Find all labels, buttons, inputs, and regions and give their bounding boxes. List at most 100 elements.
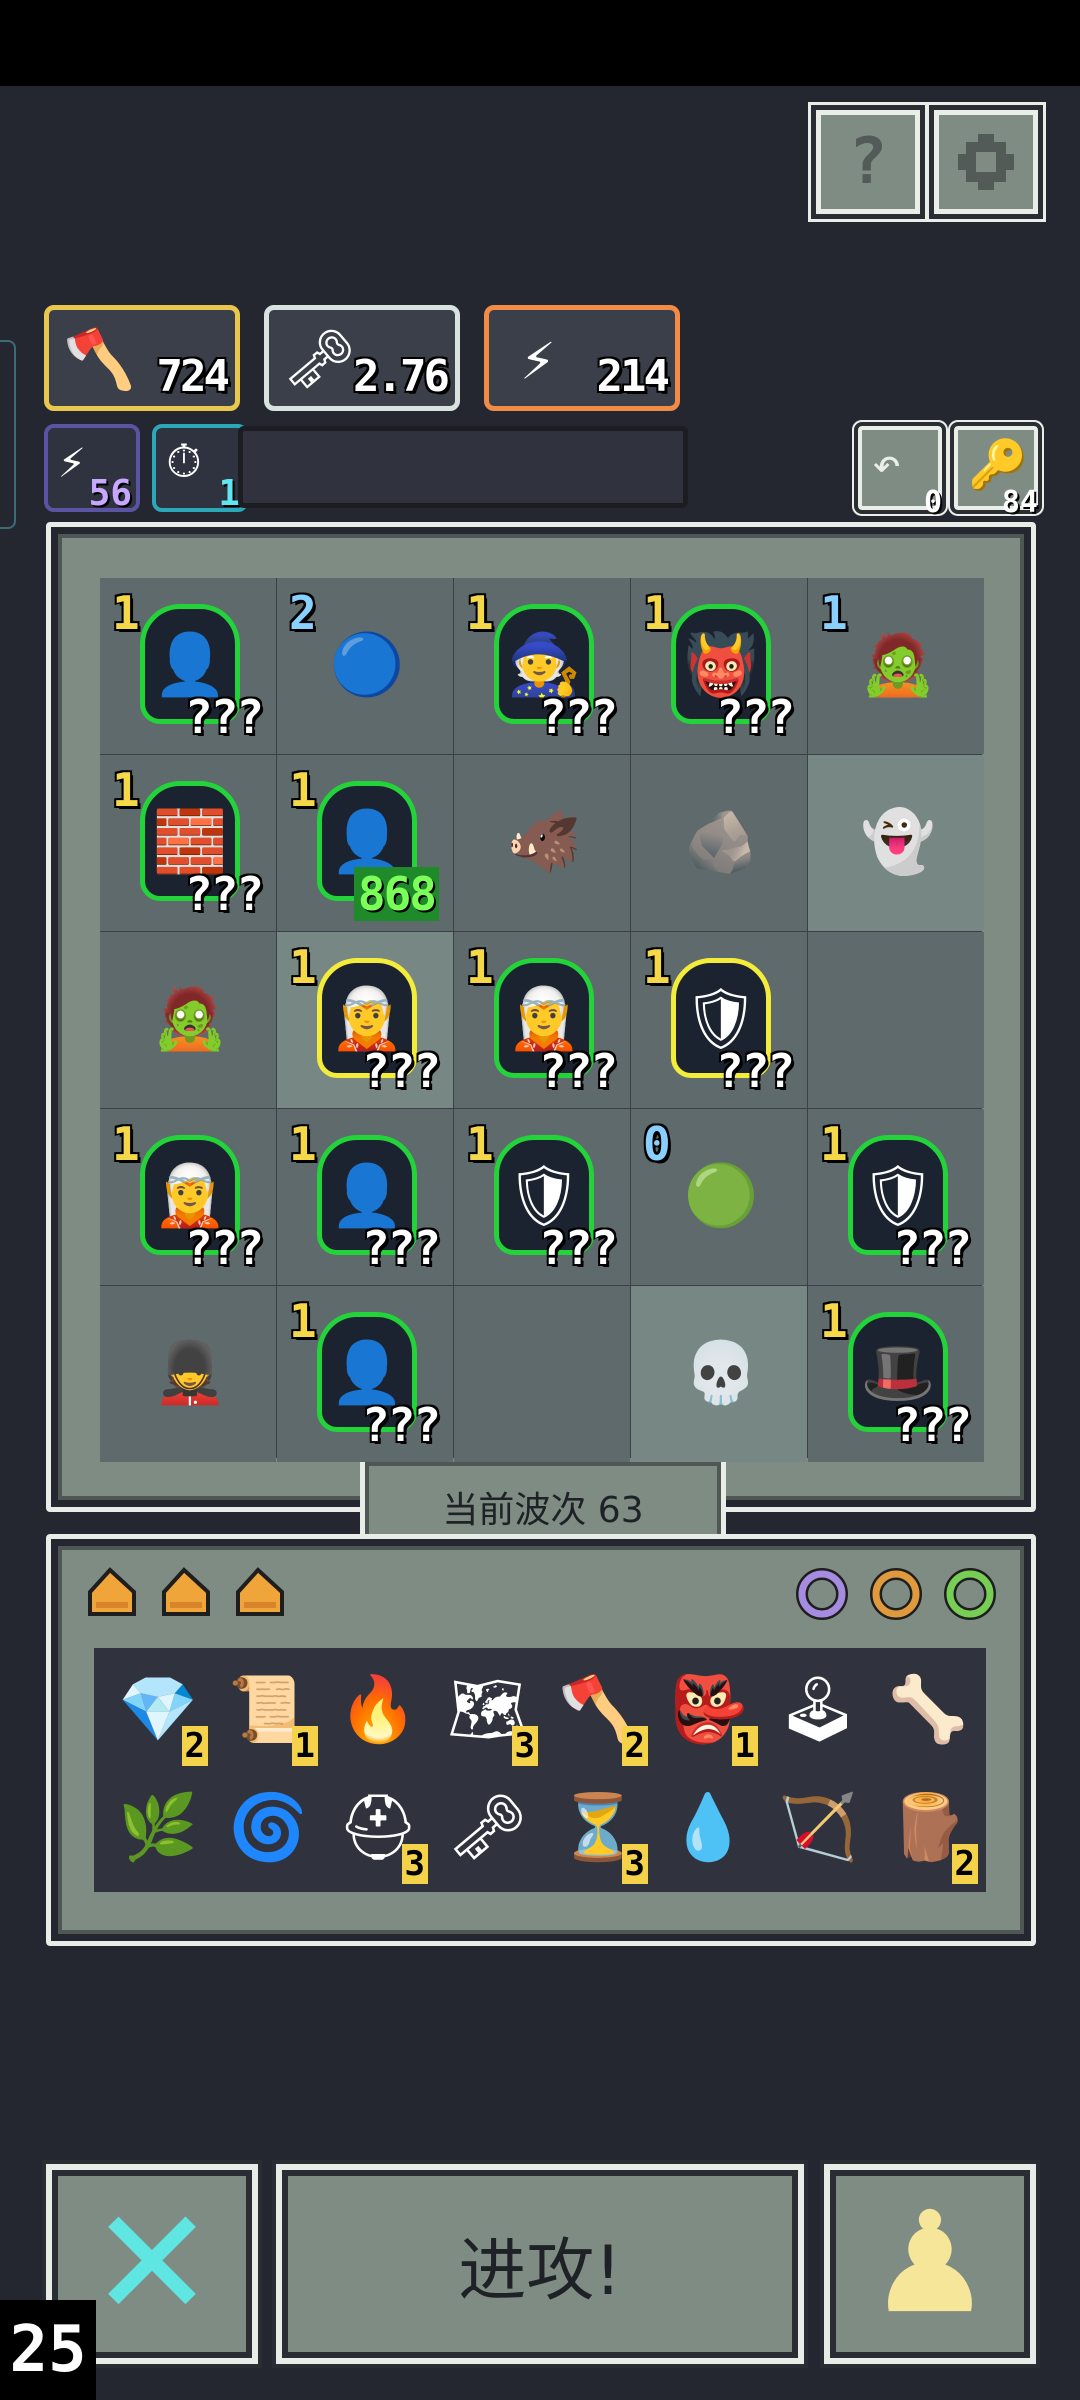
unit-icon: 🛡 <box>682 983 760 1054</box>
settings-button[interactable] <box>934 110 1038 214</box>
grid-cell[interactable]: 🐗 <box>454 755 630 931</box>
unit-sprite: 🪨 <box>671 781 771 901</box>
unit-level: 1 <box>112 1117 140 1171</box>
inventory-item[interactable]: 📜 1 <box>218 1660 318 1766</box>
grid-cell[interactable]: 👤 1 ??? <box>277 1286 453 1462</box>
key-counter: 🔑 84 <box>954 426 1038 520</box>
inventory-item[interactable]: 🌿 <box>108 1778 208 1878</box>
unit-sprite: 🔵 <box>317 604 417 724</box>
unit-icon: 🧟 <box>152 983 228 1054</box>
unit-sprite: 💀 <box>671 1312 771 1432</box>
claw-icon: 🦴 <box>888 1673 968 1747</box>
grid-cell[interactable]: 🪨 <box>631 755 807 931</box>
item-count: 2 <box>181 1726 208 1766</box>
item-count: 2 <box>621 1726 648 1766</box>
unit-icon: 🧝 <box>152 1160 228 1231</box>
status-bar <box>0 0 1080 86</box>
unit-count: ??? <box>184 1221 264 1275</box>
inventory-item[interactable]: 🪵 2 <box>878 1778 978 1884</box>
grid-cell[interactable]: 🧱 1 ??? <box>100 755 276 931</box>
resource-value: 214 <box>596 351 671 402</box>
unit-icon: 🧱 <box>152 806 228 877</box>
unit-icon: 🧙 <box>506 629 582 700</box>
grid-cell[interactable]: 🔵 2 <box>277 578 453 754</box>
resource-value: 2.76 <box>353 351 450 402</box>
grid-cell[interactable]: 👤 1 ??? <box>277 1109 453 1285</box>
cheese-icon[interactable] <box>82 1562 142 1622</box>
unit-level: 1 <box>466 1117 494 1171</box>
grid-cell[interactable]: 🧙 1 ??? <box>454 578 630 754</box>
grid-cell[interactable] <box>454 1286 630 1462</box>
inventory-item[interactable]: 🦴 <box>878 1660 978 1760</box>
side-drawer-handle[interactable] <box>0 340 16 529</box>
unit-icon: 🪨 <box>683 806 759 877</box>
lever-icon: 🕹 <box>777 1673 859 1747</box>
lightning-icon: ⚡ <box>520 325 556 393</box>
attack-button[interactable]: 进攻! <box>276 2164 804 2364</box>
inventory-item[interactable]: 💧 <box>658 1778 758 1878</box>
grid-cell[interactable]: 🧝 1 ??? <box>277 932 453 1108</box>
wave-label: 当前波次 63 <box>442 1489 644 1531</box>
grid-cell[interactable]: 👹 1 ??? <box>631 578 807 754</box>
timer-icon: ⏱ <box>166 434 202 488</box>
grid-cell[interactable]: 👻 <box>808 755 984 931</box>
unit-count: ??? <box>538 690 618 744</box>
inventory-item[interactable]: 💎 2 <box>108 1660 208 1766</box>
inventory-item[interactable]: ⛑ 3 <box>328 1778 428 1884</box>
help-button[interactable]: ? <box>816 110 920 214</box>
grid-cell[interactable]: 🛡 1 ??? <box>631 932 807 1108</box>
unit-icon: 🧝 <box>329 983 405 1054</box>
grid-cell[interactable]: 💀 <box>631 1286 807 1462</box>
grid-cell[interactable]: 🎩 1 ??? <box>808 1286 984 1462</box>
grid-cell[interactable]: 🟢 0 <box>631 1109 807 1285</box>
item-count: 3 <box>621 1844 648 1884</box>
unit-level: 1 <box>289 1294 317 1348</box>
gear-icon <box>958 134 1014 190</box>
unit-icon: 👤 <box>329 806 405 877</box>
inventory-item[interactable]: 🔥 <box>328 1660 428 1760</box>
unit-count: ??? <box>715 1044 795 1098</box>
unit-icon: 👤 <box>152 629 228 700</box>
unit-count: 868 <box>353 867 439 921</box>
grid-cell[interactable]: 💂 <box>100 1286 276 1462</box>
ring-purple-icon[interactable] <box>792 1562 852 1622</box>
unit-count: ??? <box>538 1044 618 1098</box>
grid-cell[interactable]: 🧝 1 ??? <box>100 1109 276 1285</box>
unit-icon: 🎩 <box>860 1337 936 1408</box>
inventory-item[interactable]: 🗝 <box>438 1778 538 1878</box>
unit-icon: 👤 <box>329 1337 405 1408</box>
undo-button[interactable]: ↶ 0 <box>858 426 942 520</box>
grid-cell[interactable]: 🧟 1 <box>808 578 984 754</box>
inventory-item[interactable]: ⏳ 3 <box>548 1778 648 1884</box>
inventory-item[interactable]: 🪓 2 <box>548 1660 648 1766</box>
ring-orange-icon[interactable] <box>866 1562 926 1622</box>
character-button[interactable]: ♟ <box>824 2164 1036 2364</box>
grid-cell[interactable]: 👤 1 868 <box>277 755 453 931</box>
unit-level: 1 <box>643 940 671 994</box>
cheese-icon[interactable] <box>156 1562 216 1622</box>
inventory-item[interactable]: 🏹 <box>768 1778 868 1878</box>
inventory-item[interactable]: 🕹 <box>768 1660 868 1760</box>
unit-count: ??? <box>715 690 795 744</box>
grid-cell[interactable] <box>808 932 984 1108</box>
item-count: 2 <box>951 1844 978 1884</box>
ring-green-icon[interactable] <box>940 1562 1000 1622</box>
unit-icon: 🧝 <box>506 983 582 1054</box>
unit-sprite: 🧟 <box>140 958 240 1078</box>
grid-cell[interactable]: 👤 1 ??? <box>100 578 276 754</box>
inventory-item[interactable]: 🌀 <box>218 1778 318 1878</box>
unit-icon: 🛡 <box>859 1160 937 1231</box>
grid-cell[interactable]: 🧟 <box>100 932 276 1108</box>
wind-icon: 🌀 <box>228 1791 308 1865</box>
inventory-item[interactable]: 🗺 3 <box>438 1660 538 1766</box>
grid-cell[interactable]: 🛡 1 ??? <box>454 1109 630 1285</box>
grid-cell[interactable]: 🛡 1 ??? <box>808 1109 984 1285</box>
grid-cell[interactable]: 🧝 1 ??? <box>454 932 630 1108</box>
key-icon: 🗝 <box>447 1791 529 1865</box>
unit-icon: 👹 <box>683 629 759 700</box>
unit-icon: 🐗 <box>506 806 582 877</box>
inventory-item[interactable]: 👺 1 <box>658 1660 758 1766</box>
attack-label: 进攻! <box>458 2231 622 2311</box>
cheese-icon[interactable] <box>230 1562 290 1622</box>
unit-level: 1 <box>112 586 140 640</box>
